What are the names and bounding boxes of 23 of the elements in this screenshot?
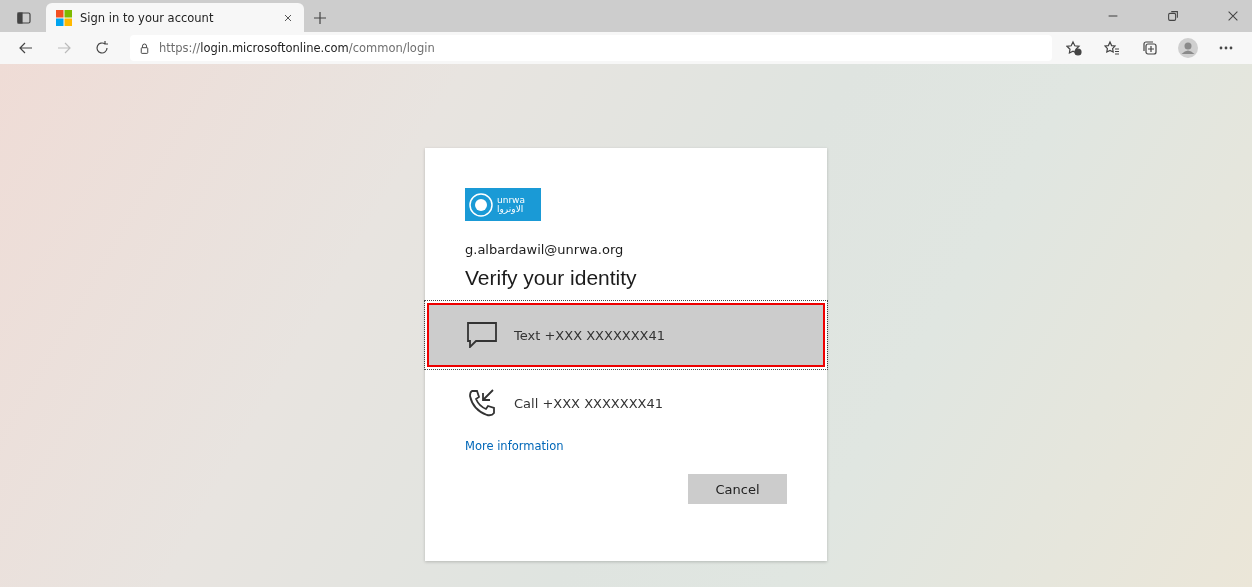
add-favorite-icon[interactable] [1066,40,1082,56]
verification-option[interactable]: Call +XXX XXXXXXX41 [425,371,827,435]
browser-tab[interactable]: Sign in to your account [46,3,304,32]
back-arrow-icon[interactable] [18,40,34,56]
favorites-icon[interactable] [1104,40,1120,56]
close-icon[interactable] [1226,9,1240,23]
chat-bubble-icon [467,322,497,348]
collections-icon[interactable] [1142,40,1158,56]
address-bar[interactable]: https://login.microsoftonline.com/common/login [130,35,1052,61]
profile-avatar-icon[interactable] [1178,38,1198,58]
url-text: https://login.microsoftonline.com/common/login [159,41,435,55]
page-title: Verify your identity [465,266,638,290]
more-information-link[interactable]: More information [465,439,564,453]
squares-logo-icon [56,9,72,26]
tab-actions-icon[interactable] [16,10,32,26]
refresh-icon[interactable] [94,40,110,56]
restore-icon[interactable] [1166,9,1180,23]
lock-icon [138,41,151,55]
verification-option[interactable]: Text +XXX XXXXXXX41 [427,303,825,367]
cancel-button[interactable]: Cancel [688,474,787,504]
phone-call-icon [467,388,497,418]
account-email: g.albardawil@unrwa.org [465,242,625,257]
new-tab-icon[interactable] [312,10,328,26]
